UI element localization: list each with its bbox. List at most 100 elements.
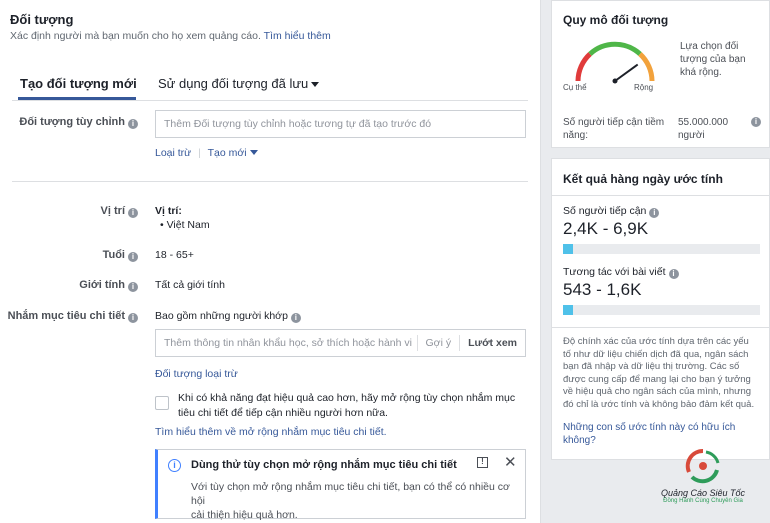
info-icon[interactable]: i: [751, 117, 761, 127]
reach-value-line-1: 55.000.000: [678, 117, 729, 128]
age-label: Tuổi i: [103, 249, 138, 262]
link-separator: |: [198, 147, 201, 159]
learn-more-link[interactable]: Tìm hiểu thêm: [264, 30, 331, 42]
audience-gauge: [575, 41, 655, 84]
location-item[interactable]: • Việt Nam: [160, 219, 210, 231]
create-new-text: Tạo mới: [207, 147, 247, 159]
tip-title: Dùng thử tùy chọn mở rộng nhắm mục tiêu …: [191, 459, 457, 471]
expand-line-2: tiêu chi tiết để tiếp cận nhiều người hơ…: [178, 407, 388, 419]
gender-label-text: Giới tính: [79, 279, 125, 291]
brand-logo-icon: [685, 448, 720, 484]
custom-audience-input[interactable]: Thêm Đối tượng tùy chỉnh hoặc tương tự đ…: [155, 110, 526, 138]
section-divider: [12, 181, 528, 182]
custom-audience-label-text: Đối tượng tùy chỉnh: [19, 116, 125, 128]
watermark: Quảng Cáo Siêu Tốc Đồng Hành Cùng Chuyên…: [643, 448, 763, 520]
gauge-needle: [614, 63, 639, 82]
estimate-accuracy-note: Độ chính xác của ước tính dựa trên các y…: [563, 336, 768, 411]
expand-targeting-checkbox[interactable]: [155, 396, 169, 410]
browse-button[interactable]: Lướt xem: [459, 335, 525, 351]
info-icon[interactable]: i: [290, 313, 301, 323]
tip-body: Với tùy chọn mở rộng nhắm mục tiêu chi t…: [191, 480, 525, 522]
info-icon[interactable]: i: [128, 313, 138, 323]
location-value: Việt Nam: [166, 219, 210, 231]
info-circle-icon: i: [168, 459, 181, 472]
custom-audience-label: Đối tượng tùy chỉnh i: [19, 116, 138, 129]
helpful-line-1: Những con số ước tính này có hữu ích: [563, 422, 736, 433]
tab-use-saved-audience[interactable]: Sử dụng đối tượng đã lưu: [158, 76, 320, 91]
description-text: Xác định người mà bạn muốn cho họ xem qu…: [10, 30, 261, 42]
suggestions-button[interactable]: Gợi ý: [416, 335, 460, 351]
close-icon[interactable]: ✕: [504, 453, 517, 471]
info-icon[interactable]: i: [128, 208, 138, 218]
gender-label: Giới tính i: [79, 279, 138, 292]
gauge-orange-arc: [638, 52, 655, 82]
location-heading: Vị trí:: [155, 205, 182, 217]
tabs-divider: [12, 100, 528, 101]
learn-more-expansion-link[interactable]: Tìm hiểu thêm về mở rộng nhắm mục tiêu c…: [155, 426, 387, 438]
info-icon[interactable]: i: [128, 282, 138, 292]
audience-size-description: Lựa chọn đối tượng của bạn khá rộng.: [680, 40, 746, 79]
exclude-link[interactable]: Loại trừ: [155, 147, 191, 159]
daily-results-title: Kết quả hàng ngày ước tính: [563, 172, 723, 186]
info-icon[interactable]: i: [128, 252, 138, 262]
flag-icon[interactable]: !: [477, 457, 488, 468]
note-line-6: đó chỉ là ước tính và không bảo đảm kết …: [563, 398, 755, 410]
chevron-down-icon: [311, 82, 320, 87]
info-icon[interactable]: i: [649, 208, 660, 218]
expansion-tip-box: i Dùng thử tùy chọn mở rộng nhắm mục tiê…: [155, 449, 526, 522]
audience-size-title: Quy mô đối tượng: [563, 13, 669, 27]
engagement-estimate-fill: [563, 305, 573, 315]
tip-line-2: cải thiện hiệu quả hơn.: [191, 509, 298, 521]
location-label: Vị trí i: [101, 205, 138, 218]
section-description: Xác định người mà bạn muốn cho họ xem qu…: [10, 30, 331, 42]
watermark-tagline: Đồng Hành Cùng Chuyên Gia: [663, 498, 743, 504]
exclude-people-link[interactable]: Đối tượng loại trừ: [155, 368, 238, 380]
note-line-1: Độ chính xác của ước tính dựa trên các y…: [563, 336, 749, 347]
bullet-icon: •: [160, 219, 167, 231]
gauge-red-arc: [575, 52, 592, 82]
engagement-estimate-value: 543 - 1,6K: [563, 280, 642, 299]
age-label-text: Tuổi: [102, 249, 125, 261]
note-line-5: về hiệu quả cho ngân sách của mình, nhưn…: [563, 386, 752, 397]
tip-line-1: Với tùy chọn mở rộng nhắm mục tiêu chi t…: [191, 481, 510, 507]
detailed-targeting-placeholder: Thêm thông tin nhân khẩu học, sở thích h…: [164, 337, 412, 349]
helpful-line-2: không?: [563, 435, 596, 446]
info-icon[interactable]: i: [668, 269, 679, 279]
location-label-text: Vị trí: [100, 205, 125, 217]
age-value[interactable]: 18 - 65+: [155, 249, 194, 261]
engagement-estimate-label: Tương tác với bài viết i: [563, 266, 679, 279]
custom-audience-placeholder: Thêm Đối tượng tùy chỉnh hoặc tương tự đ…: [164, 118, 432, 130]
note-line-4: được cung cấp để mang lại cho bạn ý tưởn…: [563, 373, 751, 385]
custom-audience-links: Loại trừ | Tạo mới: [155, 147, 258, 159]
engagement-estimate-bar: [563, 305, 760, 315]
detailed-targeting-label-text: Nhắm mục tiêu chi tiết: [7, 310, 125, 322]
desc-line-1: Lựa chọn đối: [680, 41, 739, 52]
estimates-helpful-link[interactable]: Những con số ước tính này có hữu ích khô…: [563, 421, 735, 447]
detailed-targeting-input[interactable]: Thêm thông tin nhân khẩu học, sở thích h…: [155, 329, 526, 357]
note-line-2: tố như dữ liệu chiến dịch đã qua, ngân s…: [563, 348, 749, 360]
potential-reach-label: Số người tiếp cận tiềm năng:: [563, 116, 664, 142]
card-divider: [552, 327, 769, 328]
reach-estimate-label-text: Số người tiếp cận: [563, 205, 647, 217]
daily-results-card: Kết quả hàng ngày ước tính Số người tiếp…: [551, 158, 770, 460]
create-new-link[interactable]: Tạo mới: [208, 147, 258, 159]
chevron-down-icon: [249, 150, 258, 155]
reach-estimate-fill: [563, 244, 573, 254]
engagement-estimate-label-text: Tương tác với bài viết: [563, 266, 666, 278]
gauge-green-arc: [588, 41, 642, 56]
gauge-broad-label: Rộng: [634, 83, 654, 92]
section-title: Đối tượng: [10, 12, 74, 27]
potential-reach-value: 55.000.000 người: [678, 116, 728, 142]
tab-create-new-audience[interactable]: Tạo đối tượng mới: [20, 76, 137, 91]
gauge-specific-label: Cụ thể: [563, 83, 587, 92]
reach-estimate-value: 2,4K - 6,9K: [563, 219, 649, 238]
desc-line-3: khá rộng.: [680, 67, 722, 78]
info-icon[interactable]: i: [128, 119, 138, 129]
reach-value-line-2: người: [678, 130, 705, 141]
gender-value[interactable]: Tất cả giới tính: [155, 279, 225, 291]
gauge-hub: [612, 78, 618, 84]
include-text: Bao gồm những người khớp: [155, 310, 288, 322]
include-matching: Bao gồm những người khớp i: [155, 310, 301, 323]
reach-estimate-bar: [563, 244, 760, 254]
card-divider: [552, 195, 769, 196]
